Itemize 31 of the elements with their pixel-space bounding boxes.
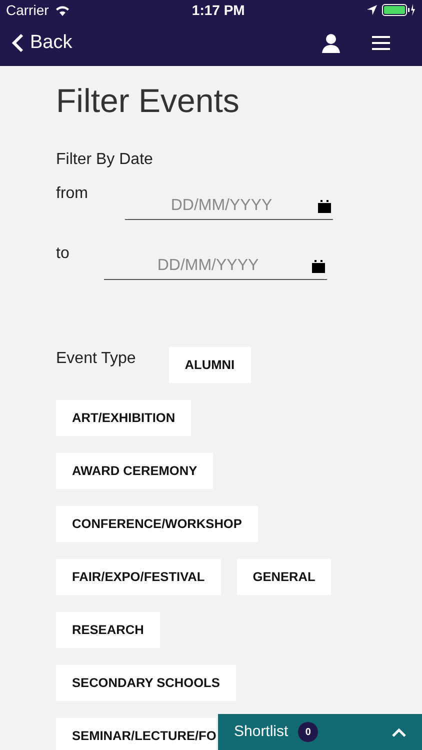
event-type-chip[interactable]: GENERAL <box>236 558 332 594</box>
event-type-chip[interactable]: SEMINAR/LECTURE/FO <box>56 718 216 750</box>
event-type-chip[interactable]: RESEARCH <box>56 612 160 648</box>
battery-icon <box>382 4 416 16</box>
calendar-icon[interactable] <box>312 260 325 272</box>
page-title: Filter Events <box>56 81 240 121</box>
event-type-label: Event Type <box>56 348 136 368</box>
event-type-chip[interactable]: SECONDARY SCHOOLS <box>56 664 236 700</box>
shortlist-bar[interactable]: Shortlist 0 <box>218 714 422 750</box>
shortlist-label: Shortlist <box>234 722 288 742</box>
clock-label: 1:17 PM <box>192 0 245 20</box>
user-icon[interactable] <box>322 33 340 53</box>
date-field[interactable]: DD/MM/YYYY <box>125 194 318 218</box>
event-type-chip[interactable]: FAIR/EXPO/FESTIVAL <box>56 558 221 594</box>
chevron-up-icon[interactable] <box>392 728 406 736</box>
date-label: to <box>56 244 70 264</box>
back-button[interactable]: Back <box>12 28 72 58</box>
wifi-icon <box>54 4 70 16</box>
location-arrow-icon <box>366 5 377 15</box>
date-label: from <box>56 184 89 204</box>
calendar-icon[interactable] <box>318 200 331 212</box>
menu-icon[interactable] <box>372 35 390 51</box>
event-type-chip[interactable]: ART/EXHIBITION <box>56 400 192 436</box>
event-type-chip[interactable]: AWARD CEREMONY <box>56 452 214 488</box>
carrier-label: Carrier <box>6 0 49 20</box>
date-field[interactable]: DD/MM/YYYY <box>104 254 312 278</box>
shortlist-count-badge: 0 <box>298 722 318 742</box>
filter-by-date-label: Filter By Date <box>56 150 154 170</box>
chevron-left-icon <box>12 33 24 53</box>
event-type-chip[interactable]: CONFERENCE/WORKSHOP <box>56 506 258 542</box>
event-type-chip[interactable]: ALUMNI <box>168 346 251 382</box>
